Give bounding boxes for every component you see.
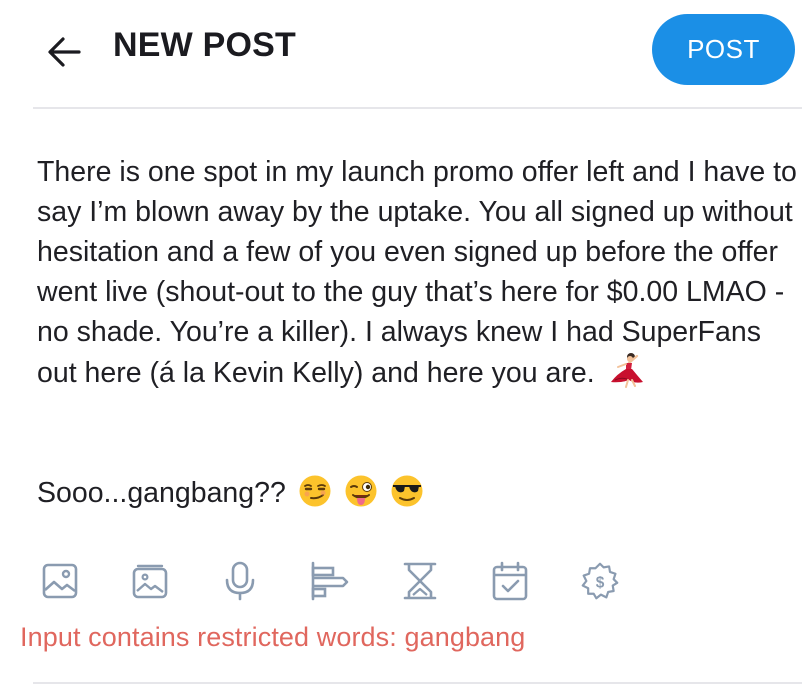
post-button[interactable]: POST <box>652 14 795 85</box>
back-button[interactable] <box>40 28 88 76</box>
arrow-left-icon <box>48 37 81 67</box>
bottom-divider <box>33 682 802 684</box>
composer-toolbar: $ <box>40 561 660 603</box>
header-divider <box>33 107 802 109</box>
add-from-vault-button[interactable] <box>130 561 170 601</box>
calendar-icon <box>492 561 528 601</box>
price-tag-icon: $ <box>581 562 619 600</box>
restricted-words-error: Input contains restricted words: gangban… <box>20 622 526 652</box>
smiling-face-with-sunglasses-emoji <box>390 474 424 508</box>
schedule-post-button[interactable] <box>490 561 530 601</box>
post-paragraph: Sooo...gangbang?? <box>37 473 797 513</box>
header: NEW POST POST <box>0 0 802 108</box>
post-text-area[interactable]: There is one spot in my launch promo off… <box>37 152 797 513</box>
dancer-emoji <box>607 352 647 388</box>
set-price-button[interactable]: $ <box>580 561 620 601</box>
page-title: NEW POST <box>113 26 296 64</box>
hourglass-icon <box>403 562 437 600</box>
record-audio-button[interactable] <box>220 561 260 601</box>
image-icon <box>42 563 78 599</box>
svg-text:$: $ <box>596 574 605 591</box>
poll-icon <box>311 561 349 601</box>
add-poll-button[interactable] <box>310 561 350 601</box>
post-paragraph: There is one spot in my launch promo off… <box>37 152 797 393</box>
post-paragraph-text: Sooo...gangbang?? <box>37 477 286 509</box>
add-image-button[interactable] <box>40 561 80 601</box>
microphone-icon <box>225 561 255 601</box>
media-vault-icon <box>132 564 168 599</box>
post-paragraph-text: There is one spot in my launch promo off… <box>37 156 797 389</box>
set-expiration-button[interactable] <box>400 561 440 601</box>
winking-face-with-tongue-emoji <box>344 474 378 508</box>
smirking-face-emoji <box>298 474 332 508</box>
